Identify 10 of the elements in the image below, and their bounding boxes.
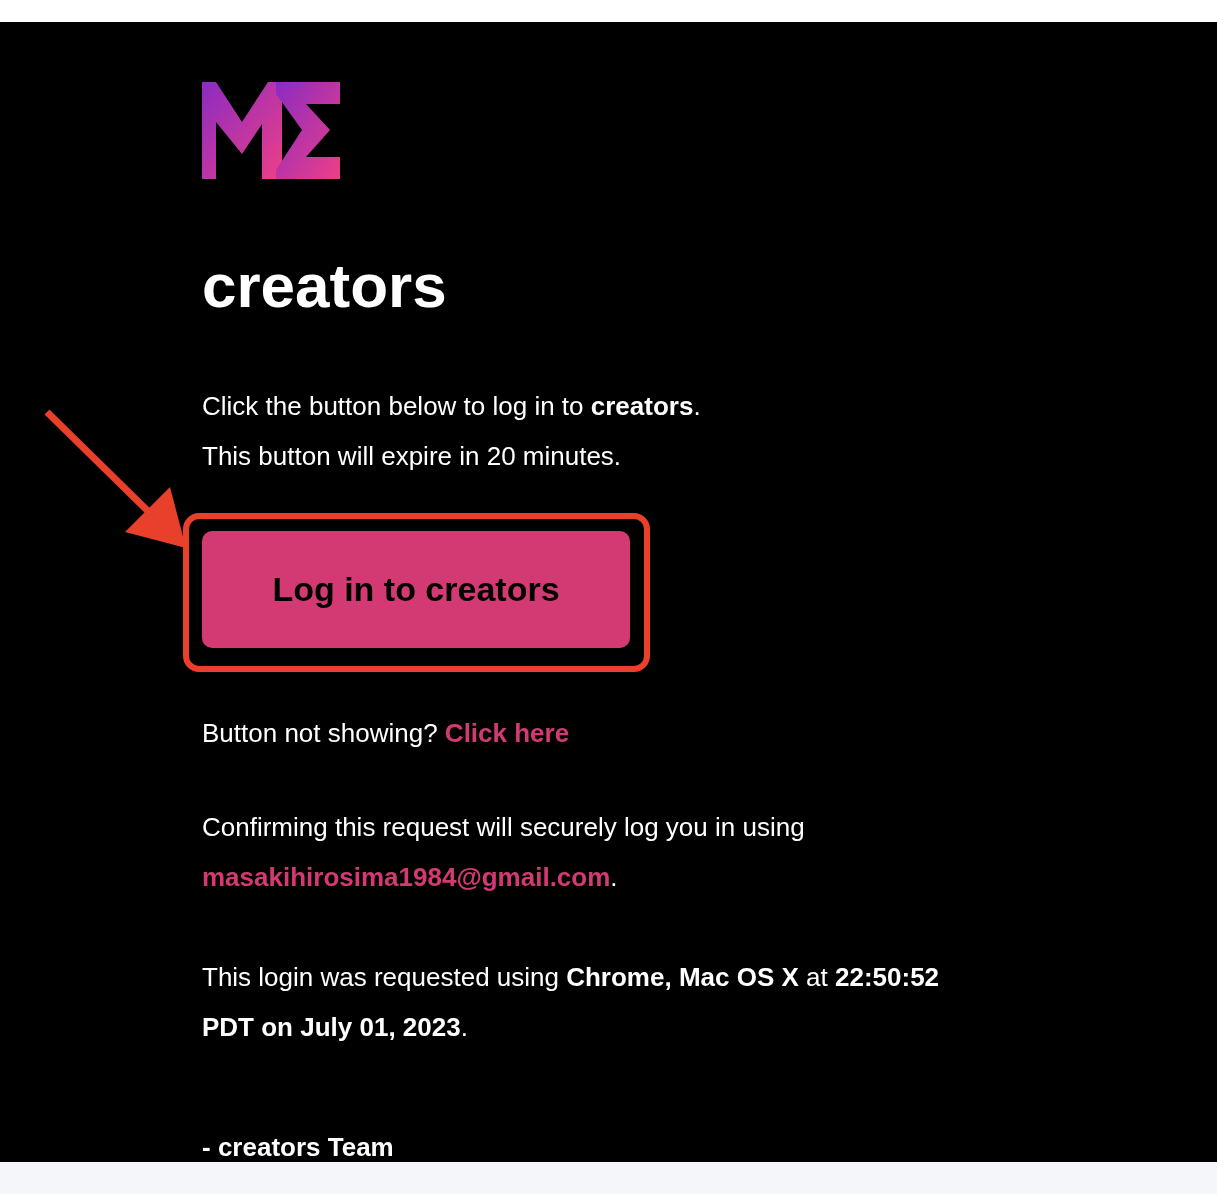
click-here-link[interactable]: Click here bbox=[444, 718, 570, 748]
fallback-text: Button not showing? Click here bbox=[202, 717, 571, 750]
confirm-text: Confirming this request will securely log you in using masakihirosima1984@gmail.com. bbox=[202, 811, 806, 894]
login-button[interactable]: Log in to creators bbox=[202, 531, 630, 648]
intro-text: This button will expire in 20 minutes. bbox=[202, 440, 623, 473]
signoff: - creators Team bbox=[202, 1131, 395, 1162]
request-info: This login was requested using Chrome, Mac OS X at 22:50:52 PDT on July 01, 2023. bbox=[202, 961, 941, 1044]
intro-text: Click the button below to log in to creators. bbox=[202, 390, 702, 423]
page-title: creators bbox=[202, 251, 448, 321]
email-link[interactable]: masakihirosima1984@gmail.com bbox=[202, 862, 611, 892]
